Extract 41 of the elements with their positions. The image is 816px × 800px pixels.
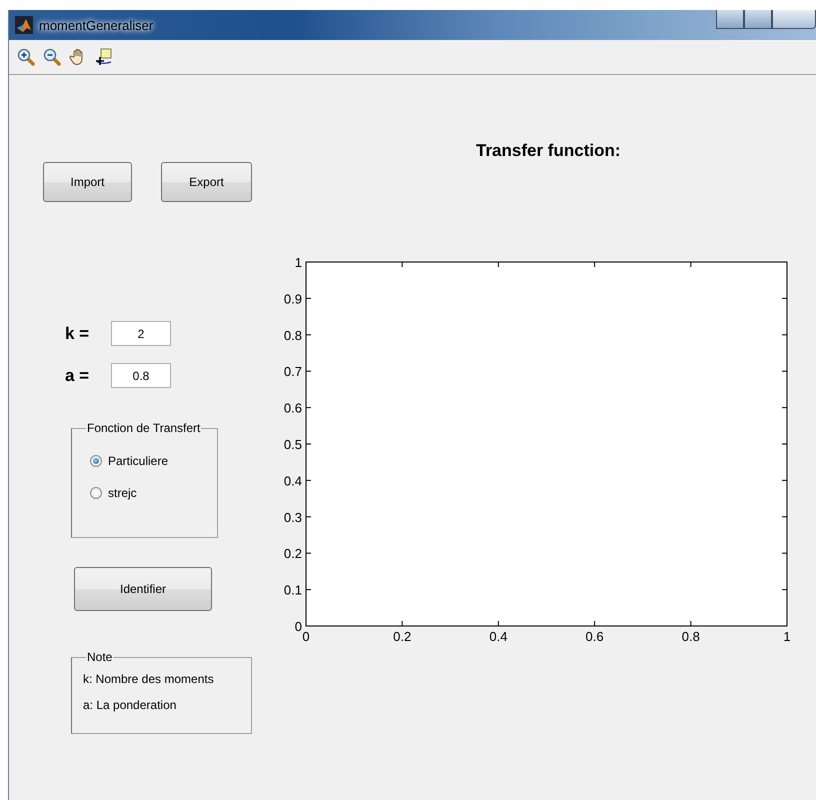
radio-label: Particuliere (108, 454, 168, 468)
y-tick-label: 0.7 (284, 364, 302, 380)
close-button[interactable] (772, 10, 816, 29)
note-text: k: Nombre des moments (83, 672, 215, 688)
y-tick-label: 1 (294, 255, 302, 270)
radio-button[interactable] (90, 487, 102, 499)
x-tick-label: 0.6 (586, 629, 604, 644)
identify-button[interactable]: Identifier (74, 567, 212, 611)
action-button[interactable]: Import (43, 162, 132, 202)
y-tick-label: 0.5 (284, 437, 302, 452)
x-tick-label: 0.2 (393, 629, 412, 644)
x-tick-label: 1 (783, 629, 791, 644)
x-tick-label: 0 (302, 629, 310, 644)
action-button[interactable]: Export (161, 162, 252, 202)
y-tick-label: 0.2 (284, 546, 302, 562)
y-tick-label: 0.3 (284, 510, 302, 525)
window-title: momentGeneraliser (39, 18, 154, 32)
parameter-label: k = (65, 324, 90, 344)
parameter-label: a = (65, 366, 90, 386)
y-tick-label: 0 (294, 619, 302, 634)
radio-button[interactable] (90, 455, 102, 467)
radio-label: strejc (108, 486, 137, 500)
x-tick-label: 0.4 (489, 629, 508, 644)
x-tick-label: 0.8 (682, 629, 700, 644)
parameter-field[interactable]: 2 (111, 321, 171, 346)
zoom-out-icon[interactable] (43, 48, 61, 66)
y-tick-label: 0.8 (284, 328, 302, 343)
maximize-button[interactable] (744, 10, 772, 29)
y-tick-label: 0.4 (284, 473, 302, 488)
y-tick-label: 0.6 (284, 400, 302, 416)
group-title: Note (86, 650, 114, 664)
minimize-button[interactable] (716, 10, 744, 29)
note-text: a: La ponderation (83, 698, 178, 714)
y-tick-label: 0.9 (284, 291, 302, 306)
y-tick-label: 0.1 (284, 582, 302, 598)
zoom-in-icon[interactable] (17, 48, 35, 66)
plot-title: Transfer function: (476, 141, 622, 161)
data-cursor-icon[interactable] (95, 48, 113, 66)
parameter-field[interactable]: 0.8 (111, 363, 171, 388)
group-title: Fonction de Transfert (86, 421, 202, 435)
app-logo-icon (15, 16, 33, 34)
